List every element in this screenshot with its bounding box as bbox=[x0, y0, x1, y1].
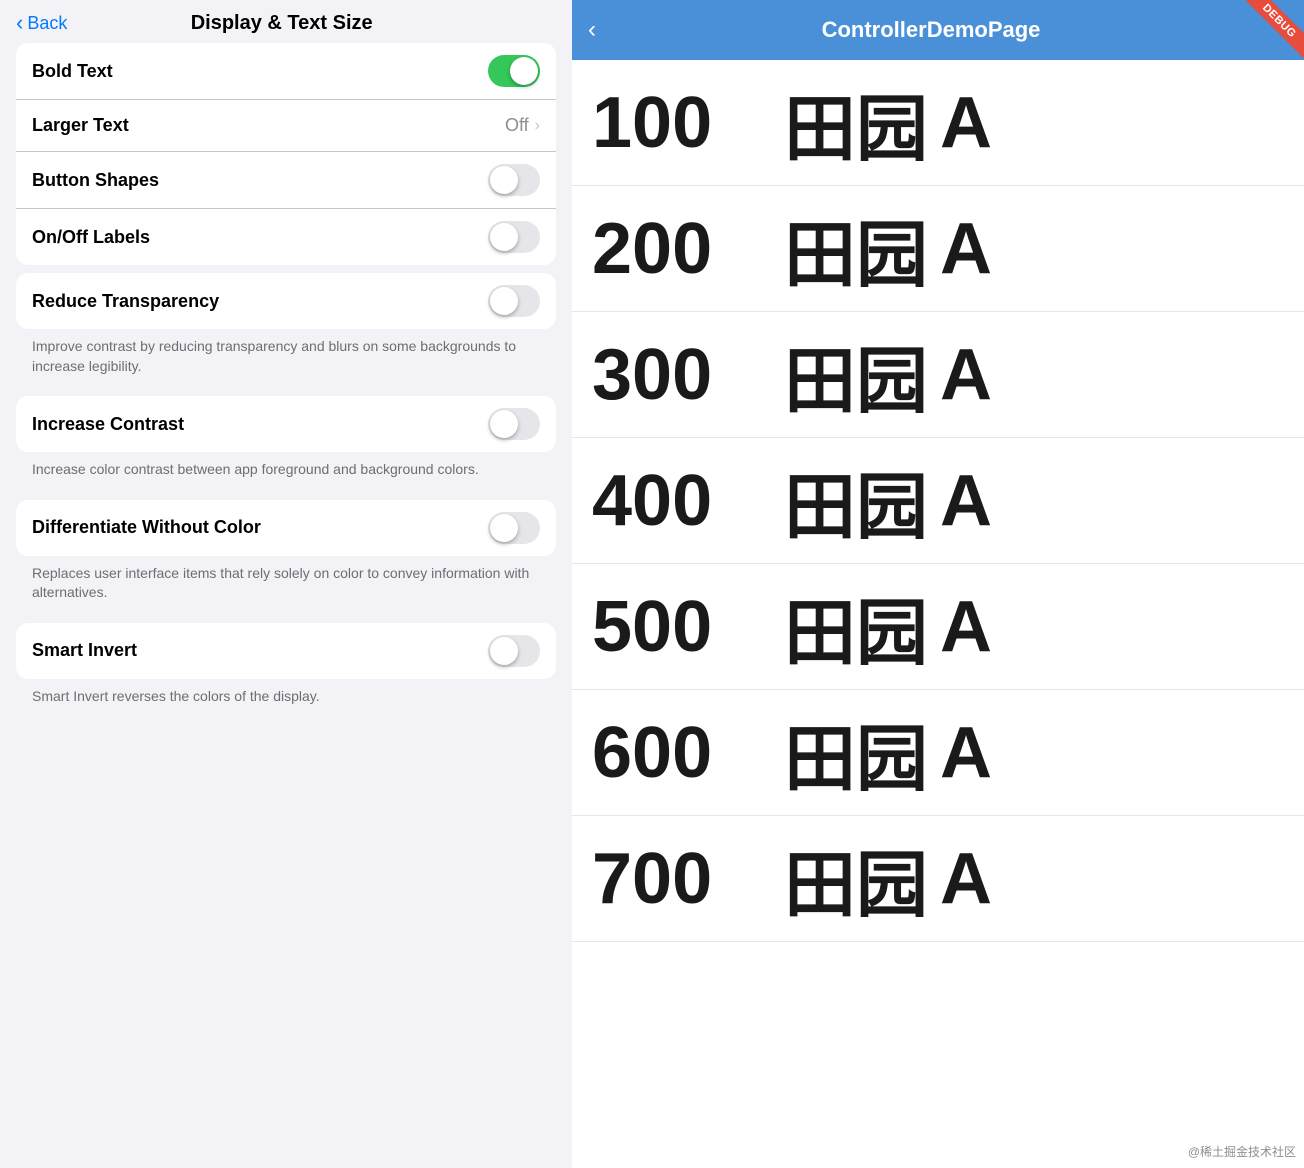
page-title: Display & Text Size bbox=[67, 12, 496, 35]
font-chinese-700: 田园 bbox=[784, 826, 928, 931]
font-letter-300: A bbox=[940, 334, 992, 416]
button-shapes-label: Button Shapes bbox=[32, 170, 488, 191]
smart-invert-card: Smart Invert bbox=[16, 623, 556, 679]
font-chinese-600: 田园 bbox=[784, 700, 928, 805]
font-letter-600: A bbox=[940, 712, 992, 794]
bold-text-toggle[interactable] bbox=[488, 55, 540, 87]
font-letter-100: A bbox=[940, 82, 992, 164]
font-demo-row-500: 500 田园 A bbox=[572, 564, 1304, 690]
differentiate-without-color-toggle[interactable] bbox=[488, 512, 540, 544]
font-size-500: 500 bbox=[592, 586, 772, 668]
button-shapes-row: Button Shapes bbox=[16, 152, 556, 209]
left-panel: ‹ Back Display & Text Size Bold Text Lar… bbox=[0, 0, 572, 1168]
smart-invert-label: Smart Invert bbox=[32, 640, 488, 661]
reduce-transparency-section: Reduce Transparency Improve contrast by … bbox=[16, 273, 556, 388]
smart-invert-section: Smart Invert Smart Invert reverses the c… bbox=[16, 623, 556, 719]
font-demo-row-700: 700 田园 A bbox=[572, 816, 1304, 942]
differentiate-without-color-row: Differentiate Without Color bbox=[16, 500, 556, 556]
font-demo-row-600: 600 田园 A bbox=[572, 690, 1304, 816]
font-demo-row-200: 200 田园 A bbox=[572, 186, 1304, 312]
increase-contrast-card: Increase Contrast bbox=[16, 396, 556, 452]
reduce-transparency-toggle[interactable] bbox=[488, 285, 540, 317]
font-demo-list: 100 田园 A 200 田园 A 300 田园 A 400 田园 A 500 … bbox=[572, 60, 1304, 1168]
back-chevron-icon: ‹ bbox=[16, 12, 23, 34]
font-chinese-400: 田园 bbox=[784, 448, 928, 553]
watermark: @稀土掘金技术社区 bbox=[1188, 1143, 1296, 1160]
larger-text-row[interactable]: Larger Text Off › bbox=[16, 100, 556, 152]
nav-bar: ‹ Back Display & Text Size bbox=[0, 0, 572, 43]
on-off-labels-toggle[interactable] bbox=[488, 221, 540, 253]
larger-text-label: Larger Text bbox=[32, 115, 505, 136]
smart-invert-toggle-thumb bbox=[490, 637, 518, 665]
font-letter-200: A bbox=[940, 208, 992, 290]
button-shapes-toggle-thumb bbox=[490, 166, 518, 194]
reduce-transparency-label: Reduce Transparency bbox=[32, 291, 488, 312]
font-size-600: 600 bbox=[592, 712, 772, 794]
differentiate-without-color-description: Replaces user interface items that rely … bbox=[16, 556, 556, 615]
right-back-button[interactable]: ‹ bbox=[588, 16, 596, 44]
smart-invert-row: Smart Invert bbox=[16, 623, 556, 679]
larger-text-value: Off bbox=[505, 115, 529, 136]
on-off-labels-label: On/Off Labels bbox=[32, 227, 488, 248]
settings-content: Bold Text Larger Text Off › Button Shape… bbox=[0, 43, 572, 1168]
back-label: Back bbox=[27, 13, 67, 34]
button-shapes-toggle[interactable] bbox=[488, 164, 540, 196]
differentiate-without-color-section: Differentiate Without Color Replaces use… bbox=[16, 500, 556, 615]
reduce-transparency-row: Reduce Transparency bbox=[16, 273, 556, 329]
right-page-title: ControllerDemoPage bbox=[604, 17, 1258, 43]
font-size-700: 700 bbox=[592, 838, 772, 920]
differentiate-without-color-toggle-thumb bbox=[490, 514, 518, 542]
back-button[interactable]: ‹ Back bbox=[16, 13, 67, 34]
bold-text-toggle-thumb bbox=[510, 57, 538, 85]
font-chinese-300: 田园 bbox=[784, 322, 928, 427]
reduce-transparency-toggle-thumb bbox=[490, 287, 518, 315]
font-letter-700: A bbox=[940, 838, 992, 920]
first-settings-card: Bold Text Larger Text Off › Button Shape… bbox=[16, 43, 556, 265]
font-size-100: 100 bbox=[592, 82, 772, 164]
on-off-labels-toggle-thumb bbox=[490, 223, 518, 251]
increase-contrast-toggle[interactable] bbox=[488, 408, 540, 440]
increase-contrast-toggle-thumb bbox=[490, 410, 518, 438]
smart-invert-toggle[interactable] bbox=[488, 635, 540, 667]
right-panel: ‹ ControllerDemoPage DEBUG 100 田园 A 200 … bbox=[572, 0, 1304, 1168]
reduce-transparency-card: Reduce Transparency bbox=[16, 273, 556, 329]
increase-contrast-label: Increase Contrast bbox=[32, 414, 488, 435]
bold-text-label: Bold Text bbox=[32, 61, 488, 82]
font-demo-row-300: 300 田园 A bbox=[572, 312, 1304, 438]
debug-badge: DEBUG bbox=[1242, 0, 1304, 58]
debug-badge-container: DEBUG bbox=[1234, 0, 1304, 70]
right-nav-bar: ‹ ControllerDemoPage bbox=[572, 0, 1304, 60]
font-letter-500: A bbox=[940, 586, 992, 668]
font-size-200: 200 bbox=[592, 208, 772, 290]
font-chinese-100: 田园 bbox=[784, 70, 928, 175]
chevron-right-icon: › bbox=[535, 117, 540, 135]
increase-contrast-row: Increase Contrast bbox=[16, 396, 556, 452]
font-demo-row-100: 100 田园 A bbox=[572, 60, 1304, 186]
reduce-transparency-description: Improve contrast by reducing transparenc… bbox=[16, 329, 556, 388]
font-chinese-200: 田园 bbox=[784, 196, 928, 301]
differentiate-without-color-label: Differentiate Without Color bbox=[32, 517, 488, 538]
smart-invert-description: Smart Invert reverses the colors of the … bbox=[16, 679, 556, 719]
increase-contrast-description: Increase color contrast between app fore… bbox=[16, 452, 556, 492]
on-off-labels-row: On/Off Labels bbox=[16, 209, 556, 265]
differentiate-without-color-card: Differentiate Without Color bbox=[16, 500, 556, 556]
font-size-400: 400 bbox=[592, 460, 772, 542]
font-size-300: 300 bbox=[592, 334, 772, 416]
font-chinese-500: 田园 bbox=[784, 574, 928, 679]
increase-contrast-section: Increase Contrast Increase color contras… bbox=[16, 396, 556, 492]
font-letter-400: A bbox=[940, 460, 992, 542]
bold-text-row: Bold Text bbox=[16, 43, 556, 100]
font-demo-row-400: 400 田园 A bbox=[572, 438, 1304, 564]
